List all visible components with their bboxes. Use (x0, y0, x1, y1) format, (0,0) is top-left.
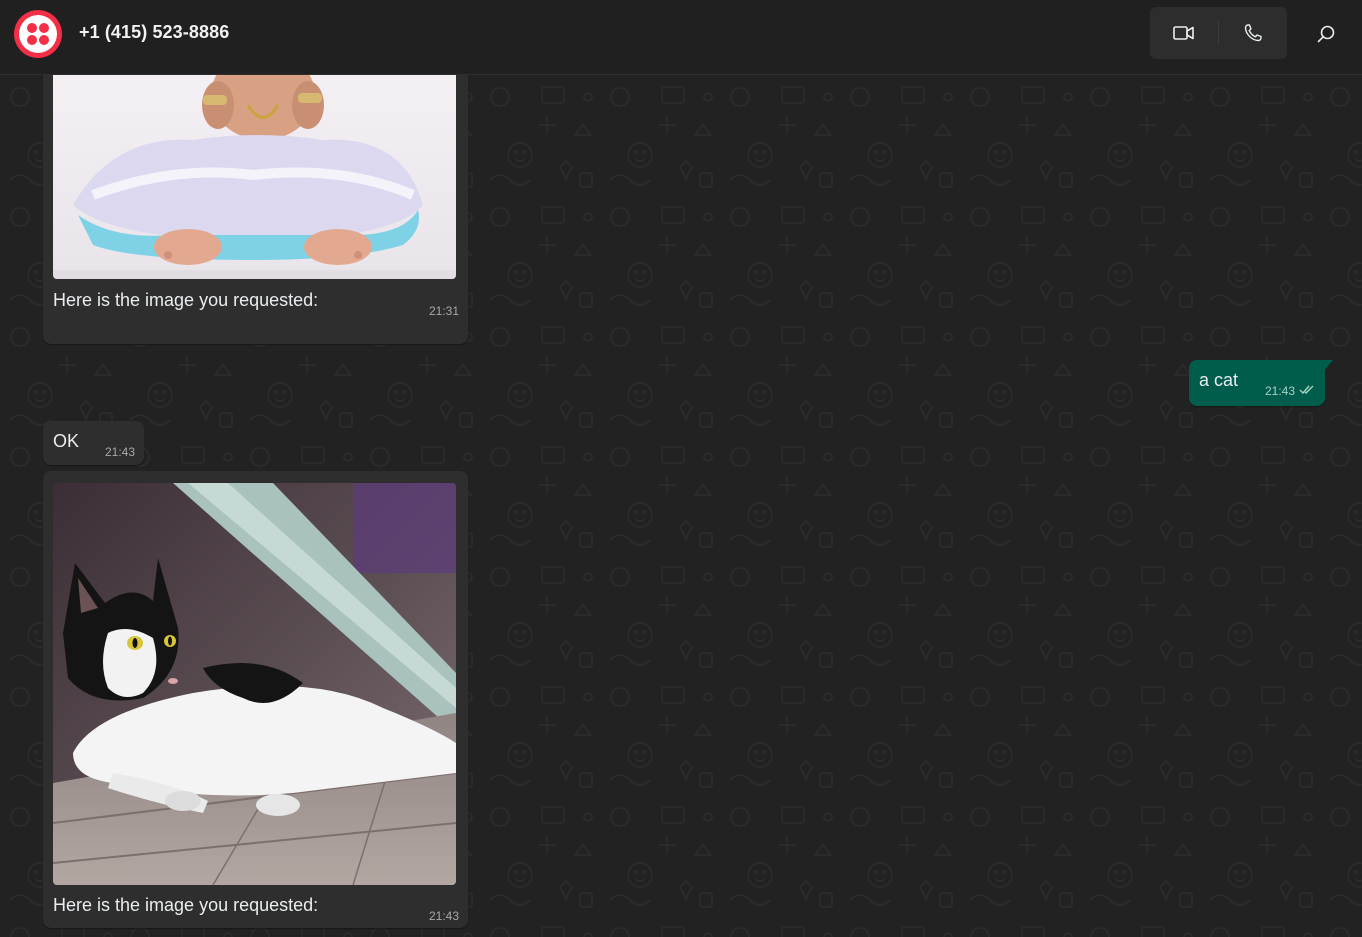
phone-icon (1244, 24, 1262, 42)
voice-call-button[interactable] (1219, 7, 1287, 59)
message-time: 21:31 (429, 304, 460, 318)
bubble-tail (1323, 360, 1333, 372)
video-camera-icon (1173, 26, 1194, 40)
baby-photo[interactable] (53, 75, 456, 279)
message-list[interactable]: Here is the image you requested: 21:31 a… (0, 75, 1362, 937)
message-time: 21:43 (429, 909, 460, 923)
message-text-incoming[interactable]: OK 21:43 (43, 421, 144, 465)
cat-photo[interactable] (53, 483, 456, 885)
twilio-logo-icon (19, 15, 57, 53)
image-caption: Here is the image you requested: (53, 290, 319, 310)
message-image-incoming[interactable]: Here is the image you requested: 21:31 (43, 75, 468, 344)
chat-header: +1 (415) 523-8886 (0, 0, 1362, 75)
message-text: OK (53, 431, 80, 451)
video-call-button[interactable] (1150, 7, 1218, 59)
search-icon (1317, 25, 1335, 43)
message-time: 21:43 (105, 445, 136, 459)
image-caption: Here is the image you requested: (53, 895, 319, 915)
message-text-outgoing[interactable]: a cat 21:43 (1189, 360, 1333, 406)
message-text: a cat (1199, 370, 1239, 390)
message-image-incoming[interactable]: Here is the image you requested: 21:43 (43, 471, 468, 928)
double-check-icon (1299, 385, 1314, 395)
call-button-group (1150, 7, 1287, 59)
contact-name[interactable]: +1 (415) 523-8886 (79, 22, 229, 43)
chat-window: +1 (415) 523-8886 Here is the image you … (0, 0, 1362, 937)
search-button[interactable] (1306, 14, 1346, 54)
avatar[interactable] (14, 10, 62, 58)
message-time: 21:43 (1265, 384, 1296, 398)
